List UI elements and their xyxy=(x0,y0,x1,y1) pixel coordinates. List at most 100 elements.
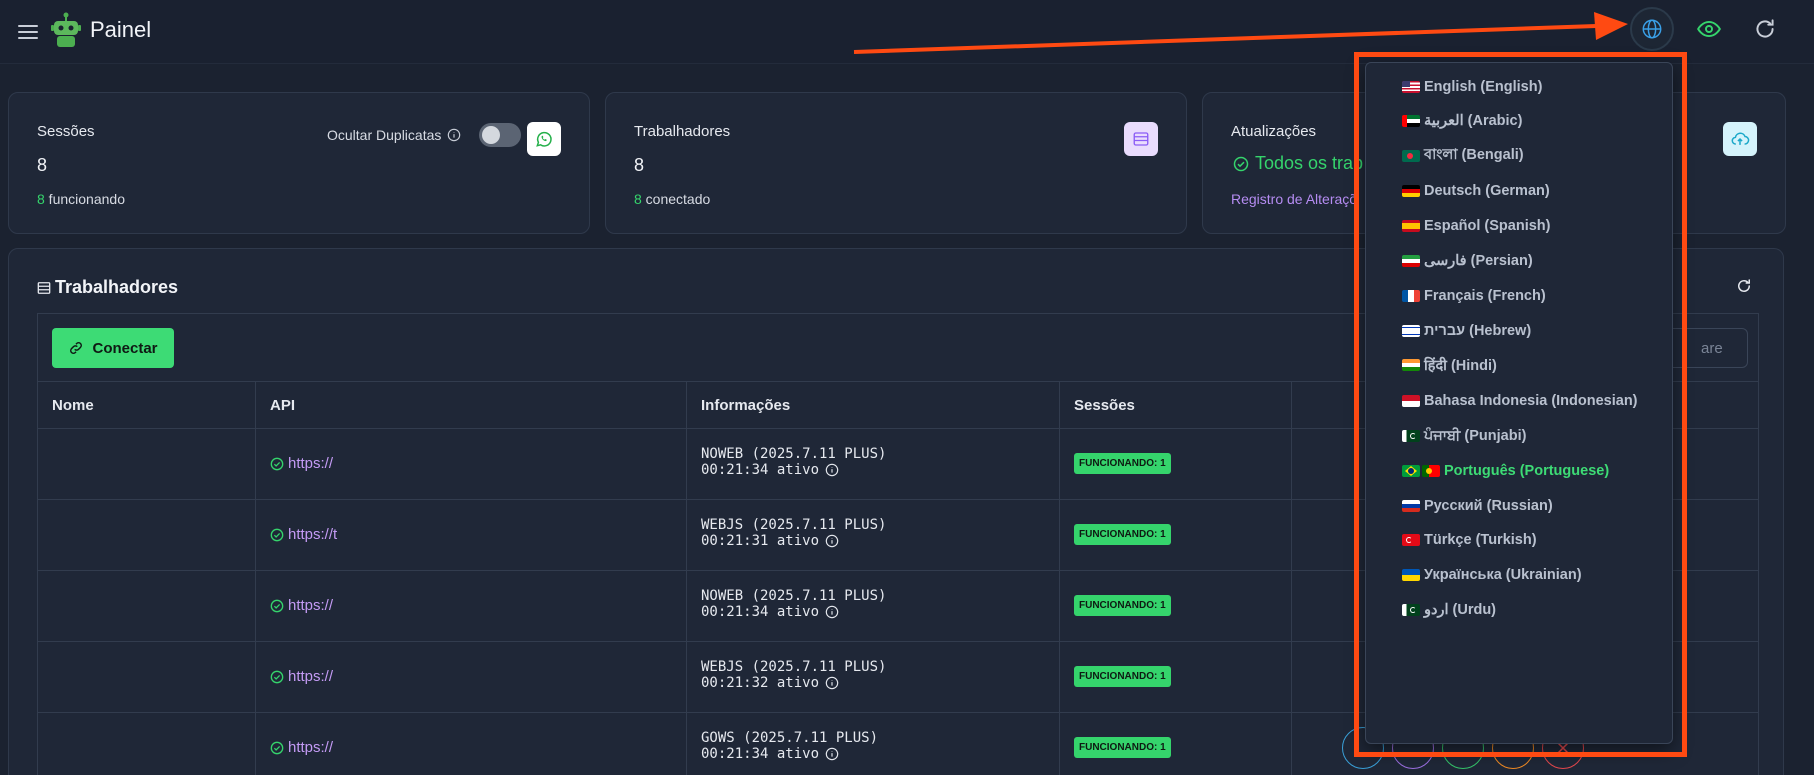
info-icon[interactable] xyxy=(447,128,461,142)
language-button[interactable] xyxy=(1630,7,1674,51)
cell-sessions: FUNCIONANDO: 1 xyxy=(1060,571,1292,642)
updates-title: Atualizações xyxy=(1231,123,1317,140)
api-url: https://t xyxy=(288,526,338,543)
changelog-link[interactable]: Registro de Alteraçõ xyxy=(1231,191,1357,207)
workers-panel-title-text: Trabalhadores xyxy=(55,277,179,297)
eye-icon[interactable] xyxy=(1696,16,1722,42)
worker-uptime: 00:21:34 ativo xyxy=(701,746,820,762)
globe-icon xyxy=(1642,19,1662,39)
app-title: Painel xyxy=(90,17,152,42)
workers-connected-count: 8 xyxy=(634,191,642,207)
check-circle-icon xyxy=(270,528,284,541)
worker-info: NOWEB (2025.7.11 PLUS) 00:21:34 ativo xyxy=(701,588,886,620)
cell-name xyxy=(38,429,256,500)
api-link[interactable]: https:// xyxy=(270,668,333,685)
worker-engine-version: GOWS (2025.7.11 PLUS) xyxy=(701,730,879,746)
workers-title: Trabalhadores xyxy=(634,123,731,140)
connect-button-label: Conectar xyxy=(92,339,158,357)
cell-api: https:// xyxy=(256,713,687,775)
api-link[interactable]: https://t xyxy=(270,526,337,543)
workers-sub: 8 conectado xyxy=(634,191,710,207)
refresh-icon[interactable] xyxy=(1752,16,1778,42)
worker-uptime: 00:21:31 ativo xyxy=(701,533,820,549)
sessions-count: 8 xyxy=(37,155,48,175)
api-url: https:// xyxy=(288,668,334,685)
worker-info: NOWEB (2025.7.11 PLUS) 00:21:34 ativo xyxy=(701,446,886,478)
sessions-running-label: funcionando xyxy=(44,191,125,207)
api-link[interactable]: https:// xyxy=(270,597,333,614)
check-circle-icon xyxy=(270,741,284,754)
updates-status: Todos os trab xyxy=(1233,153,1363,174)
status-badge: FUNCIONANDO: 1 xyxy=(1074,595,1171,616)
info-icon[interactable] xyxy=(825,605,839,619)
worker-engine-version: NOWEB (2025.7.11 PLUS) xyxy=(701,588,887,604)
cell-info: WEBJS (2025.7.11 PLUS) 00:21:32 ativo xyxy=(687,642,1060,713)
status-badge: FUNCIONANDO: 1 xyxy=(1074,666,1171,687)
workers-connected-label: conectado xyxy=(641,191,711,207)
worker-engine-version: WEBJS (2025.7.11 PLUS) xyxy=(701,517,887,533)
column-header-name[interactable]: Nome xyxy=(38,382,256,429)
server-list-icon xyxy=(1124,122,1158,156)
worker-info: GOWS (2025.7.11 PLUS) 00:21:34 ativo xyxy=(701,730,878,762)
check-circle-icon xyxy=(270,457,284,470)
hide-duplicates-label: Ocultar Duplicatas xyxy=(327,127,461,143)
api-link[interactable]: https:// xyxy=(270,455,333,472)
info-icon[interactable] xyxy=(825,747,839,761)
api-url: https:// xyxy=(288,455,334,472)
workers-panel-title: Trabalhadores xyxy=(37,277,178,298)
cell-sessions: FUNCIONANDO: 1 xyxy=(1060,429,1292,500)
worker-engine-version: WEBJS (2025.7.11 PLUS) xyxy=(701,659,887,675)
column-header-sessions[interactable]: Sessões xyxy=(1060,382,1292,429)
cell-sessions: FUNCIONANDO: 1 xyxy=(1060,500,1292,571)
info-icon[interactable] xyxy=(825,534,839,548)
cell-info: GOWS (2025.7.11 PLUS) 00:21:34 ativo xyxy=(687,713,1060,775)
check-circle-icon xyxy=(1233,156,1249,171)
status-badge: FUNCIONANDO: 1 xyxy=(1074,453,1171,474)
workers-count: 8 xyxy=(634,155,645,175)
api-url: https:// xyxy=(288,739,334,756)
hide-duplicates-toggle[interactable] xyxy=(479,123,521,147)
worker-uptime: 00:21:32 ativo xyxy=(701,675,820,691)
sessions-title: Sessões xyxy=(37,123,95,140)
connect-button[interactable]: Conectar xyxy=(52,328,174,368)
cell-api: https://t xyxy=(256,500,687,571)
info-icon[interactable] xyxy=(825,463,839,477)
check-circle-icon xyxy=(270,670,284,683)
annotation-highlight-box xyxy=(1354,52,1687,757)
column-header-api[interactable]: API xyxy=(256,382,687,429)
api-url: https:// xyxy=(288,597,334,614)
worker-info: WEBJS (2025.7.11 PLUS) 00:21:31 ativo xyxy=(701,517,886,549)
cell-info: NOWEB (2025.7.11 PLUS) 00:21:34 ativo xyxy=(687,571,1060,642)
worker-engine-version: NOWEB (2025.7.11 PLUS) xyxy=(701,446,887,462)
column-header-info[interactable]: Informações xyxy=(687,382,1060,429)
cell-api: https:// xyxy=(256,429,687,500)
sessions-sub: 8 funcionando xyxy=(37,191,125,207)
updates-status-text: Todos os trab xyxy=(1255,153,1364,173)
info-icon[interactable] xyxy=(825,676,839,690)
cell-name xyxy=(38,713,256,775)
cell-name xyxy=(38,500,256,571)
cell-info: WEBJS (2025.7.11 PLUS) 00:21:31 ativo xyxy=(687,500,1060,571)
cell-name xyxy=(38,571,256,642)
worker-info: WEBJS (2025.7.11 PLUS) 00:21:32 ativo xyxy=(701,659,886,691)
cell-api: https:// xyxy=(256,642,687,713)
cell-name xyxy=(38,642,256,713)
check-circle-icon xyxy=(270,599,284,612)
robot-logo-icon xyxy=(50,12,82,48)
whatsapp-icon xyxy=(527,122,561,156)
cell-sessions: FUNCIONANDO: 1 xyxy=(1060,642,1292,713)
toggle-knob xyxy=(482,126,500,144)
panel-refresh-icon[interactable] xyxy=(1735,277,1753,295)
status-badge: FUNCIONANDO: 1 xyxy=(1074,737,1171,758)
cell-sessions: FUNCIONANDO: 1 xyxy=(1060,713,1292,775)
worker-uptime: 00:21:34 ativo xyxy=(701,604,820,620)
cell-info: NOWEB (2025.7.11 PLUS) 00:21:34 ativo xyxy=(687,429,1060,500)
status-badge: FUNCIONANDO: 1 xyxy=(1074,524,1171,545)
list-icon xyxy=(37,281,51,294)
hide-duplicates-text: Ocultar Duplicatas xyxy=(327,127,442,143)
link-icon xyxy=(70,342,83,354)
workers-card: Trabalhadores 8 8 conectado xyxy=(605,92,1187,234)
sessions-card: Sessões 8 8 funcionando Ocultar Duplicat… xyxy=(8,92,590,234)
api-link[interactable]: https:// xyxy=(270,739,333,756)
hamburger-menu-icon[interactable] xyxy=(16,20,40,44)
